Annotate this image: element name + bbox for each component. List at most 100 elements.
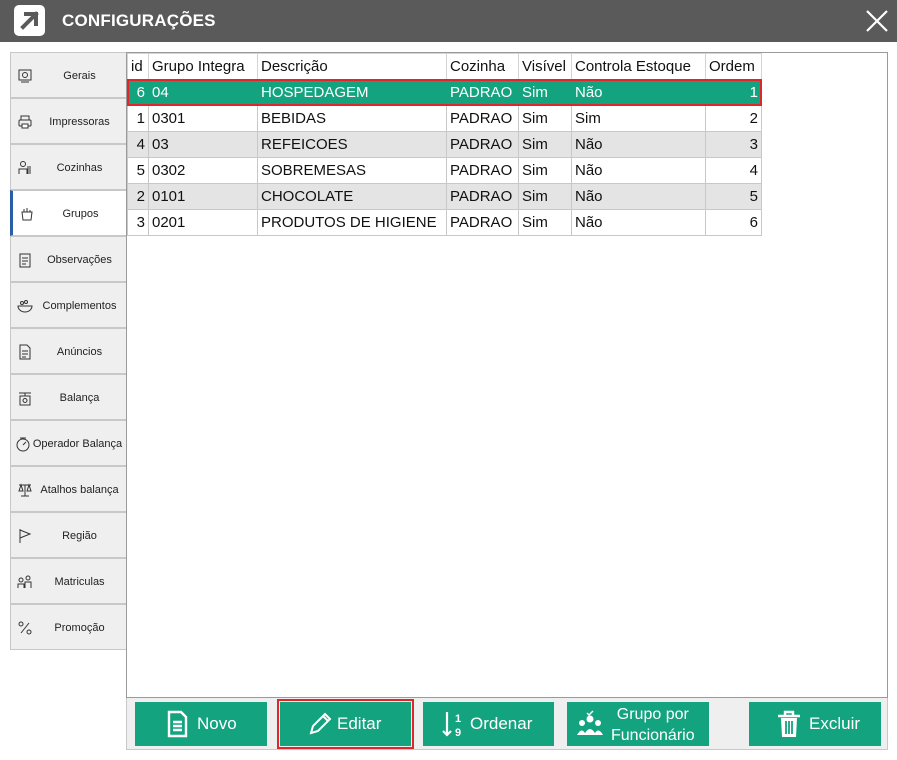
cell-visivel: Sim — [518, 157, 572, 184]
sort-numeric-icon: 19 — [441, 710, 469, 738]
grupo-por-label-line2: Funcionário — [611, 727, 695, 744]
editar-button[interactable]: Editar — [280, 702, 411, 746]
groups-grid-panel: id Grupo Integra Descrição Cozinha Visív… — [126, 52, 888, 698]
sidebar-item-anuncios[interactable]: Anúncios — [10, 328, 126, 374]
cell-ordem: 5 — [705, 183, 762, 210]
sidebar-item-operador-balanca[interactable]: Operador Balança — [10, 420, 126, 466]
sidebar-item-complementos[interactable]: Complementos — [10, 282, 126, 328]
clipboard-icon — [17, 252, 33, 268]
sidebar-item-matriculas[interactable]: Matriculas — [10, 558, 126, 604]
window-title: CONFIGURAÇÕES — [62, 11, 216, 30]
column-header-id[interactable]: id — [127, 53, 149, 80]
title-bar: CONFIGURAÇÕES — [0, 0, 897, 42]
editar-button-label: Editar — [337, 714, 382, 733]
cell-visivel: Sim — [518, 183, 572, 210]
sidebar-item-label: Matriculas — [54, 576, 105, 588]
settings-panel-icon — [17, 68, 33, 84]
excluir-button[interactable]: Excluir — [749, 702, 881, 746]
cell-id: 3 — [127, 209, 149, 236]
column-header-descricao[interactable]: Descrição — [257, 53, 447, 80]
cell-descricao: REFEICOES — [257, 131, 447, 158]
column-header-cozinha[interactable]: Cozinha — [446, 53, 519, 80]
cell-ordem: 6 — [705, 209, 762, 236]
column-header-controla-estoque[interactable]: Controla Estoque — [571, 53, 706, 80]
novo-button-label: Novo — [197, 714, 237, 733]
ordenar-button-label: Ordenar — [470, 714, 533, 733]
table-row[interactable]: 5 0302 SOBREMESAS PADRAO Sim Não 4 — [127, 157, 762, 184]
groups-table: id Grupo Integra Descrição Cozinha Visív… — [127, 53, 762, 236]
cell-ordem: 4 — [705, 157, 762, 184]
sidebar-item-gerais[interactable]: Gerais — [10, 52, 126, 98]
cell-cozinha: PADRAO — [446, 131, 519, 158]
cell-ordem: 1 — [705, 79, 762, 106]
column-header-ordem[interactable]: Ordem — [705, 53, 762, 80]
sidebar-item-grupos[interactable]: Grupos — [10, 190, 126, 236]
sidebar-item-label: Balança — [59, 392, 100, 404]
svg-text:1: 1 — [455, 713, 461, 725]
sidebar-item-label: Anúncios — [56, 346, 103, 358]
new-document-icon — [163, 710, 191, 738]
sidebar-item-regiao[interactable]: Região — [10, 512, 126, 558]
table-row[interactable]: 4 03 REFEICOES PADRAO Sim Não 3 — [127, 131, 762, 158]
cell-id: 2 — [127, 183, 149, 210]
trash-icon — [775, 710, 803, 738]
cell-cozinha: PADRAO — [446, 209, 519, 236]
cell-grupo-integra: 03 — [148, 131, 258, 158]
grupo-por-funcionario-label: Grupo por Funcionário — [611, 704, 695, 746]
cell-visivel: Sim — [518, 79, 572, 106]
cell-grupo-integra: 04 — [148, 79, 258, 106]
cell-id: 4 — [127, 131, 149, 158]
cell-cozinha: PADRAO — [446, 183, 519, 210]
food-bowl-icon — [17, 298, 33, 314]
cell-ordem: 2 — [705, 105, 762, 132]
cell-descricao: HOSPEDAGEM — [257, 79, 447, 106]
cell-grupo-integra: 0201 — [148, 209, 258, 236]
sidebar-item-label: Cozinhas — [56, 162, 103, 174]
close-icon — [866, 10, 888, 32]
table-row[interactable]: 1 0301 BEBIDAS PADRAO Sim Sim 2 — [127, 105, 762, 132]
table-row[interactable]: 3 0201 PRODUTOS DE HIGIENE PADRAO Sim Nã… — [127, 209, 762, 236]
cell-controla-estoque: Não — [571, 183, 706, 210]
sidebar-item-atalhos-balanca[interactable]: Atalhos balança — [10, 466, 126, 512]
sidebar-item-cozinhas[interactable]: Cozinhas — [10, 144, 126, 190]
cell-grupo-integra: 0301 — [148, 105, 258, 132]
promotion-icon — [17, 620, 33, 636]
excluir-button-label: Excluir — [809, 714, 861, 733]
cell-controla-estoque: Não — [571, 157, 706, 184]
grupo-por-funcionario-button[interactable]: Grupo por Funcionário — [567, 702, 709, 746]
column-header-visivel[interactable]: Visível — [518, 53, 572, 80]
sidebar-item-promocao[interactable]: Promoção — [10, 604, 126, 650]
table-row[interactable]: 2 0101 CHOCOLATE PADRAO Sim Não 5 — [127, 183, 762, 210]
cell-grupo-integra: 0302 — [148, 157, 258, 184]
sidebar-item-label: Observações — [47, 254, 112, 266]
people-group-icon — [573, 710, 607, 738]
novo-button[interactable]: Novo — [135, 702, 267, 746]
sidebar-item-impressoras[interactable]: Impressoras — [10, 98, 126, 144]
sidebar-item-balanca[interactable]: Balança — [10, 374, 126, 420]
cell-cozinha: PADRAO — [446, 79, 519, 106]
arrow-up-right-icon — [14, 5, 45, 36]
cell-id: 5 — [127, 157, 149, 184]
sidebar-item-label: Atalhos balança — [40, 484, 119, 496]
cell-id: 6 — [127, 79, 149, 106]
column-header-grupo-integra[interactable]: Grupo Integra — [148, 53, 258, 80]
cell-controla-estoque: Não — [571, 79, 706, 106]
sidebar-item-label: Promoção — [54, 622, 105, 634]
close-button[interactable] — [863, 7, 891, 35]
cell-cozinha: PADRAO — [446, 157, 519, 184]
cell-visivel: Sim — [518, 131, 572, 158]
sidebar-item-label: Complementos — [42, 300, 117, 312]
table-row[interactable]: 6 04 HOSPEDAGEM PADRAO Sim Não 1 — [127, 79, 762, 106]
sidebar-item-observacoes[interactable]: Observações — [10, 236, 126, 282]
cell-controla-estoque: Não — [571, 131, 706, 158]
sidebar-item-label: Operador Balança — [32, 438, 123, 450]
svg-text:9: 9 — [455, 727, 461, 738]
sidebar-item-label: Grupos — [62, 208, 99, 220]
cell-cozinha: PADRAO — [446, 105, 519, 132]
sidebar-item-label: Impressoras — [49, 116, 110, 128]
cell-descricao: CHOCOLATE — [257, 183, 447, 210]
grupo-por-label-line1: Grupo por — [616, 706, 689, 723]
document-icon — [17, 344, 33, 360]
sidebar-item-label: Região — [62, 530, 97, 542]
ordenar-button[interactable]: 19 Ordenar — [423, 702, 554, 746]
